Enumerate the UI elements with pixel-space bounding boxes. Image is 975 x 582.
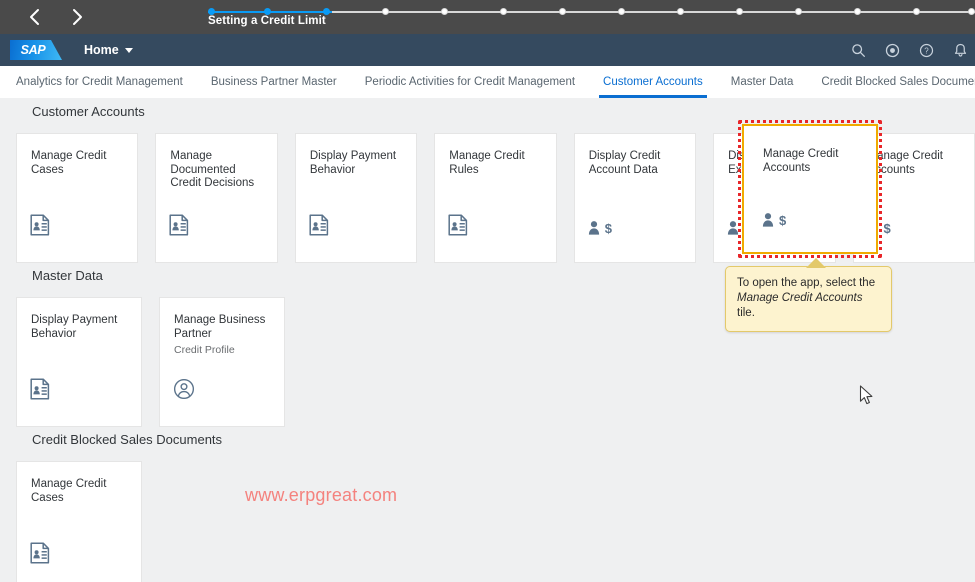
tile-manage-documented-credit-decisions[interactable]: Manage Documented Credit Decisions xyxy=(155,133,278,263)
tutorial-step-dot[interactable] xyxy=(208,8,215,15)
tile-title: Manage Credit Cases xyxy=(31,478,107,504)
tile-display-payment-behavior[interactable]: Display Payment Behavior xyxy=(16,297,142,427)
tutorial-step-dot[interactable] xyxy=(500,8,507,15)
tutorial-step-dot[interactable] xyxy=(323,8,330,15)
tile-title: Manage Documented Credit Decisions xyxy=(170,150,255,189)
callout-text-before: To open the app, select the xyxy=(737,277,876,289)
tutorial-title: Setting a Credit Limit xyxy=(208,15,326,27)
svg-text:?: ? xyxy=(924,46,929,55)
tutorial-step-dot[interactable] xyxy=(968,8,975,15)
person-dollar-icon: $ xyxy=(588,220,612,236)
search-icon[interactable] xyxy=(849,41,867,59)
tab-credit-blocked-sales-documents[interactable]: Credit Blocked Sales Documents xyxy=(807,66,975,98)
group-title: Credit Blocked Sales Documents xyxy=(32,432,223,447)
tile-title: Manage Credit Rules xyxy=(449,150,525,176)
dollar-symbol: $ xyxy=(883,220,891,236)
credit-document-icon xyxy=(448,214,468,236)
tile-manage-credit-rules[interactable]: Manage Credit Rules xyxy=(434,133,557,263)
tutorial-step-dot[interactable] xyxy=(264,8,271,15)
tutorial-progress-bar: Setting a Credit Limit xyxy=(0,0,975,34)
callout-text-after: tile. xyxy=(737,307,755,319)
callout-pointer xyxy=(806,258,826,268)
navigation-tabs: Analytics for Credit Management Business … xyxy=(0,66,975,99)
home-menu-button[interactable]: Home xyxy=(84,43,133,57)
tile-manage-business-partner[interactable]: Manage Business Partner Credit Profile xyxy=(159,297,285,427)
tile-title: Display Payment Behavior xyxy=(31,314,118,340)
dollar-symbol: $ xyxy=(779,212,787,228)
group-title: Customer Accounts xyxy=(32,104,145,119)
tile-title: Manage Credit Cases xyxy=(31,150,107,176)
tile-row: Manage Credit Cases xyxy=(0,461,975,582)
tile-title: Display Payment Behavior xyxy=(309,150,397,176)
tile-group: Credit Blocked Sales Documents Manage Cre… xyxy=(0,426,975,582)
credit-document-icon xyxy=(30,542,50,564)
tutorial-step-dot[interactable] xyxy=(854,8,861,15)
tab-periodic-activities-for-credit-management[interactable]: Periodic Activities for Credit Managemen… xyxy=(351,66,589,98)
tutorial-step-dot[interactable] xyxy=(677,8,684,15)
tutorial-step-dot[interactable] xyxy=(913,8,920,15)
help-icon[interactable]: ? xyxy=(917,41,935,59)
highlighted-tile-manage-credit-accounts[interactable]: Manage Credit Accounts $ xyxy=(742,124,878,254)
callout-text: To open the app, select the Manage Credi… xyxy=(737,276,880,321)
callout-text-emphasis: Manage Credit Accounts xyxy=(737,292,863,304)
home-menu-label: Home xyxy=(84,43,119,57)
instruction-callout: To open the app, select the Manage Credi… xyxy=(725,266,892,332)
tutorial-step-dot[interactable] xyxy=(382,8,389,15)
back-arrow-icon[interactable] xyxy=(24,6,46,28)
sap-logo[interactable]: SAP xyxy=(10,40,62,60)
tutorial-step-dot[interactable] xyxy=(559,8,566,15)
tile-title: Manage Credit Accounts xyxy=(867,150,943,176)
sap-fiori-launchpad: Setting a Credit Limit SAP Home ? Analyt… xyxy=(0,0,975,582)
tile-display-payment-behavior[interactable]: Display Payment Behavior xyxy=(294,133,418,263)
tile-manage-credit-cases[interactable]: Manage Credit Cases xyxy=(16,133,139,263)
tab-master-data[interactable]: Master Data xyxy=(717,66,808,98)
tile-subtitle: Credit Profile xyxy=(174,344,235,356)
tutorial-step-dot[interactable] xyxy=(736,8,743,15)
person-circle-icon xyxy=(173,378,195,400)
chevron-down-icon xyxy=(124,47,133,53)
tab-customer-accounts[interactable]: Customer Accounts xyxy=(589,66,717,98)
tutorial-navigation xyxy=(24,0,88,34)
notifications-icon[interactable] xyxy=(951,41,969,59)
copilot-icon[interactable] xyxy=(883,41,901,59)
forward-arrow-icon[interactable] xyxy=(66,6,88,28)
header-actions: ? xyxy=(849,34,969,66)
watermark: www.erpgreat.com xyxy=(245,485,398,505)
tab-analytics-for-credit-management[interactable]: Analytics for Credit Management xyxy=(2,66,197,98)
dollar-symbol: $ xyxy=(604,220,612,236)
tile-title: Manage Credit Accounts xyxy=(763,148,839,174)
person-dollar-icon: $ xyxy=(762,212,786,228)
shell-header: SAP Home ? xyxy=(0,34,975,66)
credit-document-icon xyxy=(30,378,50,400)
credit-document-icon xyxy=(309,214,329,236)
sap-logo-text: SAP xyxy=(20,43,46,57)
tutorial-step-dot[interactable] xyxy=(618,8,625,15)
credit-document-icon xyxy=(169,214,189,236)
tutorial-step-dot[interactable] xyxy=(441,8,448,15)
tile-manage-credit-cases[interactable]: Manage Credit Cases xyxy=(16,461,142,582)
credit-document-icon xyxy=(30,214,50,236)
tile-title: Display Credit Account Data xyxy=(588,150,661,176)
tile-title: Manage Business Partner xyxy=(174,314,266,340)
tile-display-credit-account-data[interactable]: Display Credit Account Data $ xyxy=(573,133,697,263)
tab-business-partner-master[interactable]: Business Partner Master xyxy=(197,66,351,98)
tutorial-step-dot[interactable] xyxy=(795,8,802,15)
